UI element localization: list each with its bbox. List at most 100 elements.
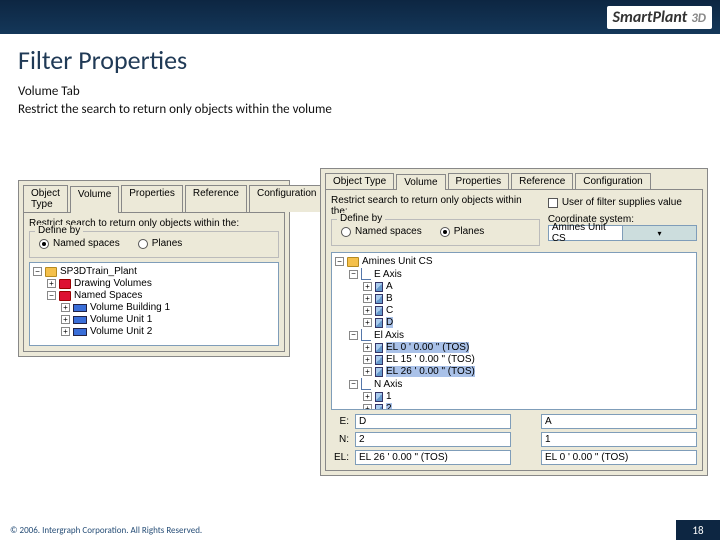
brand-main: SmartPlant [613,8,688,27]
folder-icon [45,267,57,277]
tree-row: +Volume Unit 2 [33,326,275,338]
define-by-legend: Define by [35,225,83,236]
expander-icon[interactable]: + [363,392,372,401]
tab-bar: Object Type Volume Properties Reference … [321,169,707,189]
plane-icon [375,404,383,411]
expander-icon[interactable]: + [363,282,372,291]
expander-icon[interactable]: − [335,257,344,266]
radio-planes[interactable]: Planes [138,238,183,249]
expander-icon[interactable]: − [33,267,42,276]
tab-object-type[interactable]: Object Type [325,173,394,189]
filter-dialog-named: Object Type Volume Properties Reference … [18,180,290,357]
n-label: N: [331,434,349,445]
expander-icon[interactable]: + [363,306,372,315]
chevron-down-icon: ▾ [622,226,696,240]
tab-bar: Object Type Volume Properties Reference … [19,181,289,212]
tree-row: +1 [335,391,693,403]
e-label: E: [331,416,349,427]
tab-panel: Restrict search to return only objects w… [325,189,703,471]
axis-icon [361,268,371,280]
volume-icon [73,304,87,312]
user-supplies-checkbox[interactable]: User of filter supplies value [548,197,697,208]
tree-row: −Amines Unit CS [335,256,693,268]
axis-icon [361,378,371,390]
radio-named-spaces[interactable]: Named spaces [39,238,120,249]
expander-icon[interactable]: + [61,303,70,312]
define-by-group: Define by Named spaces Planes [331,219,540,246]
page-title: Filter Properties [18,44,720,76]
expander-icon[interactable]: − [349,380,358,389]
plane-icon [375,355,383,365]
expander-icon[interactable]: − [349,270,358,279]
plane-icon [375,343,383,353]
tab-configuration[interactable]: Configuration [249,185,324,212]
tree-row: −El Axis [335,329,693,342]
radio-named-spaces[interactable]: Named spaces [341,226,422,237]
tree-row: +2 [335,403,693,410]
tree-row: −N Axis [335,378,693,391]
tree-row: +Volume Building 1 [33,302,275,314]
expander-icon[interactable]: − [349,331,358,340]
folder-icon [59,291,71,301]
tab-volume[interactable]: Volume [396,174,445,190]
e-from-field[interactable]: D [355,414,511,429]
e-to-field[interactable]: A [541,414,697,429]
tab-configuration[interactable]: Configuration [575,173,650,189]
page-number: 18 [676,520,720,540]
expander-icon[interactable]: − [47,291,56,300]
brand-sub: 3D [691,11,706,26]
define-by-group: Define by Named spaces Planes [29,231,279,258]
tree-row: +A [335,281,693,293]
folder-icon [347,257,359,267]
expander-icon[interactable]: + [47,279,56,288]
tree-row: −E Axis [335,268,693,281]
desc-line-2: Restrict the search to return only objec… [18,102,348,118]
expander-icon[interactable]: + [363,404,372,410]
copyright: © 2006. Intergraph Corporation. All Righ… [0,525,676,536]
expander-icon[interactable]: + [363,294,372,303]
coord-system-dropdown[interactable]: Amines Unit CS ▾ [548,225,697,241]
tree-row: −Named Spaces [33,290,275,302]
tab-object-type[interactable]: Object Type [23,185,68,212]
plane-icon [375,392,383,402]
tree-row: +C [335,305,693,317]
desc-line-1: Volume Tab [18,84,348,100]
volume-icon [73,328,87,336]
tab-properties[interactable]: Properties [448,173,510,189]
expander-icon[interactable]: + [363,318,372,327]
expander-icon[interactable]: + [363,367,372,376]
tab-volume[interactable]: Volume [70,186,119,213]
tree-row: +D [335,317,693,329]
plane-icon [375,294,383,304]
folder-icon [59,279,71,289]
tab-reference[interactable]: Reference [511,173,573,189]
slide-header-bar: SmartPlant 3D [0,0,720,34]
brand-logo: SmartPlant 3D [607,6,712,29]
n-from-field[interactable]: 2 [355,432,511,447]
coord-bounds-grid: E: D A N: 2 1 EL: EL 26 ' 0.00 " (TOS) E… [331,414,697,465]
define-by-legend: Define by [337,213,385,224]
volume-icon [73,316,87,324]
tab-reference[interactable]: Reference [185,185,247,212]
n-to-field[interactable]: 1 [541,432,697,447]
tree-row: +EL 15 ' 0.00 " (TOS) [335,354,693,366]
expander-icon[interactable]: + [61,315,70,324]
expander-icon[interactable]: + [363,355,372,364]
planes-tree[interactable]: −Amines Unit CS −E Axis +A +B +C +D −El … [331,252,697,410]
el-from-field[interactable]: EL 26 ' 0.00 " (TOS) [355,450,511,465]
expander-icon[interactable]: + [61,327,70,336]
expander-icon[interactable]: + [363,343,372,352]
el-to-field[interactable]: EL 0 ' 0.00 " (TOS) [541,450,697,465]
el-label: EL: [331,452,349,463]
tree-row: +B [335,293,693,305]
named-spaces-tree[interactable]: −SP3DTrain_Plant +Drawing Volumes −Named… [29,262,279,346]
tree-row: +Drawing Volumes [33,278,275,290]
slide-footer: © 2006. Intergraph Corporation. All Righ… [0,520,720,540]
plane-icon [375,306,383,316]
tree-row: +EL 0 ' 0.00 " (TOS) [335,342,693,354]
tab-properties[interactable]: Properties [121,185,183,212]
tree-row: +Volume Unit 1 [33,314,275,326]
radio-planes[interactable]: Planes [440,226,485,237]
plane-icon [375,318,383,328]
axis-icon [361,329,371,341]
